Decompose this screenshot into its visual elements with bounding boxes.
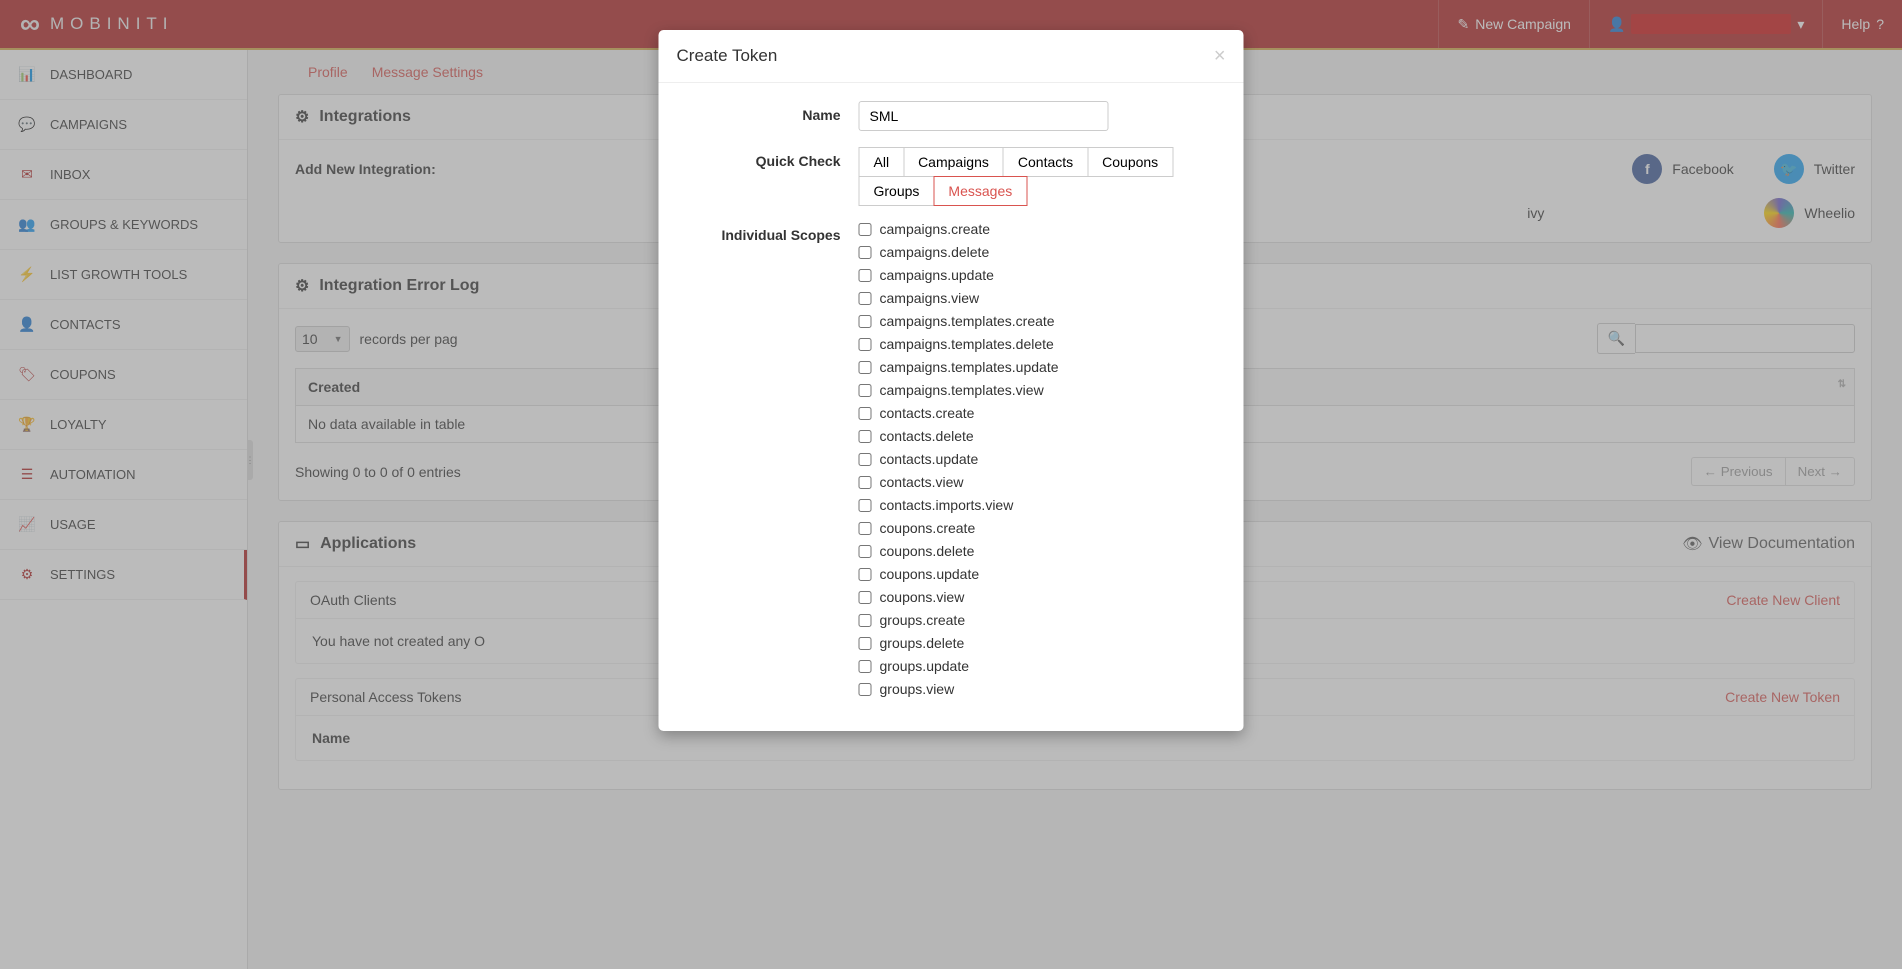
scope-label: campaigns.update	[880, 267, 994, 283]
scope-campaigns-templates-delete[interactable]: campaigns.templates.delete	[859, 336, 1224, 352]
quick-check-contacts[interactable]: Contacts	[1003, 147, 1088, 177]
scope-label: contacts.delete	[880, 428, 974, 444]
scope-checkbox[interactable]	[859, 269, 872, 282]
scope-campaigns-view[interactable]: campaigns.view	[859, 290, 1224, 306]
scope-label: campaigns.templates.update	[880, 359, 1059, 375]
scope-checkbox[interactable]	[859, 637, 872, 650]
quick-check-all[interactable]: All	[859, 147, 905, 177]
quick-check-groups[interactable]: Groups	[859, 176, 935, 206]
scope-contacts-create[interactable]: contacts.create	[859, 405, 1224, 421]
scope-coupons-delete[interactable]: coupons.delete	[859, 543, 1224, 559]
scope-label: campaigns.templates.view	[880, 382, 1044, 398]
scope-checkbox[interactable]	[859, 614, 872, 627]
scope-campaigns-create[interactable]: campaigns.create	[859, 221, 1224, 237]
scope-checkbox[interactable]	[859, 384, 872, 397]
modal-title: Create Token	[677, 46, 778, 66]
scope-groups-view[interactable]: groups.view	[859, 681, 1224, 697]
scope-checkbox[interactable]	[859, 499, 872, 512]
scope-contacts-view[interactable]: contacts.view	[859, 474, 1224, 490]
scope-checkbox[interactable]	[859, 246, 872, 259]
quick-check-label: Quick Check	[679, 147, 859, 205]
scope-label: campaigns.create	[880, 221, 991, 237]
token-name-input[interactable]	[859, 101, 1109, 131]
scope-checkbox[interactable]	[859, 660, 872, 673]
scope-checkbox[interactable]	[859, 683, 872, 696]
scope-checkbox[interactable]	[859, 430, 872, 443]
scope-groups-create[interactable]: groups.create	[859, 612, 1224, 628]
scope-groups-delete[interactable]: groups.delete	[859, 635, 1224, 651]
scope-label: groups.view	[880, 681, 955, 697]
scope-checkbox[interactable]	[859, 453, 872, 466]
scope-checkbox[interactable]	[859, 315, 872, 328]
scope-label: contacts.create	[880, 405, 975, 421]
scope-label: campaigns.templates.delete	[880, 336, 1054, 352]
scope-coupons-view[interactable]: coupons.view	[859, 589, 1224, 605]
scopes-list: campaigns.create campaigns.delete campaign…	[859, 221, 1224, 697]
scope-campaigns-templates-view[interactable]: campaigns.templates.view	[859, 382, 1224, 398]
scopes-label: Individual Scopes	[679, 221, 859, 697]
scope-label: contacts.view	[880, 474, 964, 490]
scope-checkbox[interactable]	[859, 338, 872, 351]
scope-label: campaigns.delete	[880, 244, 990, 260]
scope-label: groups.update	[880, 658, 970, 674]
scope-coupons-update[interactable]: coupons.update	[859, 566, 1224, 582]
scope-label: campaigns.templates.create	[880, 313, 1055, 329]
quick-check-group: AllCampaignsContactsCoupons GroupsMessage…	[859, 147, 1224, 205]
scope-label: groups.create	[880, 612, 966, 628]
scope-checkbox[interactable]	[859, 545, 872, 558]
scope-checkbox[interactable]	[859, 522, 872, 535]
scope-campaigns-templates-create[interactable]: campaigns.templates.create	[859, 313, 1224, 329]
scope-contacts-delete[interactable]: contacts.delete	[859, 428, 1224, 444]
create-token-modal: Create Token × Name Quick Check AllCampa…	[659, 30, 1244, 731]
quick-check-coupons[interactable]: Coupons	[1087, 147, 1173, 177]
scope-contacts-update[interactable]: contacts.update	[859, 451, 1224, 467]
scope-contacts-imports-view[interactable]: contacts.imports.view	[859, 497, 1224, 513]
scope-label: coupons.update	[880, 566, 980, 582]
scope-label: contacts.imports.view	[880, 497, 1014, 513]
scope-checkbox[interactable]	[859, 591, 872, 604]
scope-label: campaigns.view	[880, 290, 980, 306]
close-icon[interactable]: ×	[1214, 46, 1226, 66]
scope-coupons-create[interactable]: coupons.create	[859, 520, 1224, 536]
name-label: Name	[679, 101, 859, 131]
scope-checkbox[interactable]	[859, 407, 872, 420]
quick-check-messages[interactable]: Messages	[933, 176, 1027, 206]
quick-check-campaigns[interactable]: Campaigns	[903, 147, 1004, 177]
scope-checkbox[interactable]	[859, 292, 872, 305]
scope-label: contacts.update	[880, 451, 979, 467]
scope-checkbox[interactable]	[859, 476, 872, 489]
scope-groups-update[interactable]: groups.update	[859, 658, 1224, 674]
scope-label: coupons.delete	[880, 543, 975, 559]
scope-label: coupons.create	[880, 520, 976, 536]
scope-label: coupons.view	[880, 589, 965, 605]
scope-checkbox[interactable]	[859, 223, 872, 236]
scope-checkbox[interactable]	[859, 568, 872, 581]
scope-checkbox[interactable]	[859, 361, 872, 374]
scope-label: groups.delete	[880, 635, 965, 651]
scope-campaigns-delete[interactable]: campaigns.delete	[859, 244, 1224, 260]
scope-campaigns-update[interactable]: campaigns.update	[859, 267, 1224, 283]
scope-campaigns-templates-update[interactable]: campaigns.templates.update	[859, 359, 1224, 375]
